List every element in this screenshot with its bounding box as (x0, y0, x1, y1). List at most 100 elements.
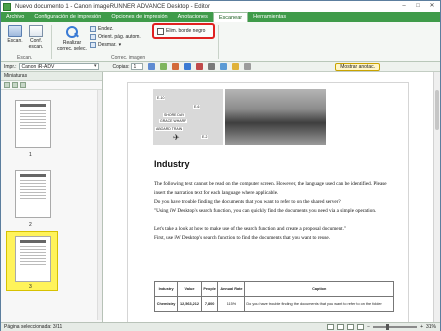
settings-icon (29, 25, 43, 37)
redo-icon[interactable] (184, 63, 192, 70)
zoom-slider-knob[interactable] (386, 324, 390, 330)
group-label-scan: Escan. (17, 55, 33, 61)
group-separator (218, 25, 219, 59)
printer-label: Impr.: (4, 63, 17, 70)
document-view: E-10 E-6 SHORE DAY GRACE WHARF ABOARD TR… (104, 72, 440, 322)
ribbon-panel: Escan. Conf. escan. Escan. Realizar corr… (1, 22, 440, 62)
undo-icon[interactable] (172, 63, 180, 70)
border-icon (157, 27, 164, 35)
paste-special-icon[interactable] (244, 63, 252, 70)
title-bar: Nuevo documento 1 - Canon imageRUNNER AD… (1, 1, 440, 12)
two-page-view-icon[interactable] (337, 324, 345, 330)
zoom-out-icon[interactable]: − (367, 324, 370, 330)
close-button[interactable]: ✕ (426, 2, 438, 10)
group-separator (51, 25, 52, 59)
tab-anotaciones[interactable]: Anotaciones (173, 12, 213, 22)
endez-button[interactable]: Endez. (90, 26, 114, 32)
status-bar: Página seleccionada: 3/11 − + 31% (1, 322, 440, 331)
document-scrollbar[interactable] (433, 72, 440, 322)
scan-settings-label: Conf. escan. (28, 38, 44, 50)
auto-orient-label: Orient. pág. autom. (98, 34, 141, 40)
zoom-slider[interactable] (373, 324, 418, 330)
group-label-correct: Correc. imagen (111, 55, 146, 61)
zoom-controls: − + 31% (327, 324, 436, 330)
thumb-tool-icon[interactable] (12, 82, 18, 88)
zoom-in-icon[interactable]: + (420, 324, 423, 330)
table-header: People (200, 281, 219, 297)
tab-archivo[interactable]: Archivo (1, 12, 29, 22)
map-label: ABOARD TRAIN (155, 127, 184, 131)
map-label: E-10 (156, 96, 166, 100)
airplane-icon: ✈ (173, 133, 180, 142)
page-thumbnail-2[interactable] (15, 170, 51, 218)
document-paragraph: "Using iW Desktop's search function, you… (154, 208, 377, 214)
app-icon (3, 2, 11, 11)
table-cell: Do you have trouble finding the document… (244, 296, 394, 312)
fit-page-icon[interactable] (347, 324, 355, 330)
document-paragraph: First, use iW Desktop's search function … (154, 235, 331, 241)
minimize-button[interactable]: – (398, 2, 410, 10)
document-paragraph: Do you have trouble finding the document… (154, 199, 341, 205)
document-page: E-10 E-6 SHORE DAY GRACE WHARF ABOARD TR… (127, 82, 409, 322)
document-paragraph: The following text cannot be read on the… (154, 181, 387, 196)
window-title: Nuevo documento 1 - Canon imageRUNNER AD… (15, 3, 210, 10)
selected-page-status: Página seleccionada: 3/11 (4, 324, 63, 330)
page-thumbnail-1[interactable] (15, 100, 51, 148)
remove-black-border-button[interactable]: Elim. borde negro (152, 23, 215, 39)
coastline-photo (225, 89, 326, 145)
maximize-button[interactable]: □ (412, 2, 424, 10)
thumbnail-pane: Miniaturas 1 2 3 (1, 72, 103, 322)
thumbnail-pane-header: Miniaturas (1, 72, 102, 81)
straighten-icon (90, 26, 96, 32)
chevron-down-icon: ▾ (118, 42, 122, 48)
table-header: Industry (153, 281, 179, 297)
thumbnail-scrollbar[interactable] (97, 90, 102, 320)
table-cell: 12,563,212 (177, 296, 202, 312)
cut-icon[interactable] (208, 63, 216, 70)
desmar-dropdown[interactable]: Desmar. ▾ (90, 42, 121, 48)
scrollbar-thumb[interactable] (435, 90, 439, 130)
tab-herramientas[interactable]: Herramientas (248, 12, 291, 22)
paste-icon[interactable] (232, 63, 240, 70)
scan-settings-button[interactable]: Conf. escan. (25, 25, 47, 50)
thumb-tool-icon[interactable] (20, 82, 26, 88)
table-cell: 7,800 (200, 296, 219, 312)
zoom-level: 31% (425, 324, 436, 330)
fit-width-icon[interactable] (357, 324, 365, 330)
page-thumbnail-3[interactable] (15, 236, 51, 282)
copies-input[interactable]: 1 (131, 63, 144, 70)
correct-selection-button[interactable]: Realizar correc. selec. (57, 25, 87, 52)
show-annotations-button[interactable]: Mostrar anotac. (335, 62, 380, 71)
printer-select[interactable]: Canon iR-ADV (18, 63, 99, 70)
ribbon-tabs: Archivo Configuración de impresión Opcio… (1, 12, 440, 22)
scan-button[interactable]: Escan. (5, 25, 25, 44)
endez-label: Endez. (98, 26, 114, 32)
page-number-3: 3 (29, 284, 32, 290)
auto-orient-button[interactable]: Orient. pág. autom. (90, 34, 141, 40)
map-label: E-6 (193, 105, 201, 109)
tab-escanear[interactable]: Escanear (212, 12, 249, 22)
remove-black-border-label: Elim. borde negro (166, 28, 206, 34)
table-header: Value (177, 281, 202, 297)
delete-icon[interactable] (196, 63, 204, 70)
rotate-icon (90, 34, 96, 40)
page-number-1: 1 (29, 152, 32, 158)
copy-icon[interactable] (220, 63, 228, 70)
table-row: Chemistry 12,563,212 7,800 115% Do you h… (153, 296, 394, 312)
document-heading: Industry (154, 159, 190, 169)
document-table: Industry Value People Annual Rate Captio… (153, 281, 394, 312)
print-toolbar: Impr.: Canon iR-ADV Copias: 1 Mostrar an… (1, 62, 440, 72)
document-paragraph: Let's take a look at how to make use of … (154, 226, 347, 232)
scan-button-label: Escan. (7, 38, 23, 44)
tab-opciones-impresion[interactable]: Opciones de impresión (106, 12, 172, 22)
single-page-view-icon[interactable] (327, 324, 335, 330)
tab-configuracion-impresion[interactable]: Configuración de impresión (29, 12, 106, 22)
table-cell: 115% (217, 296, 246, 312)
copies-label: Copias: (112, 63, 130, 70)
map-image: E-10 E-6 SHORE DAY GRACE WHARF ABOARD TR… (153, 89, 223, 145)
editor-window: Nuevo documento 1 - Canon imageRUNNER AD… (0, 0, 441, 331)
thumb-tool-icon[interactable] (4, 82, 10, 88)
page-icon[interactable] (160, 63, 168, 70)
despeckle-icon (90, 42, 96, 48)
print-icon[interactable] (148, 63, 156, 70)
